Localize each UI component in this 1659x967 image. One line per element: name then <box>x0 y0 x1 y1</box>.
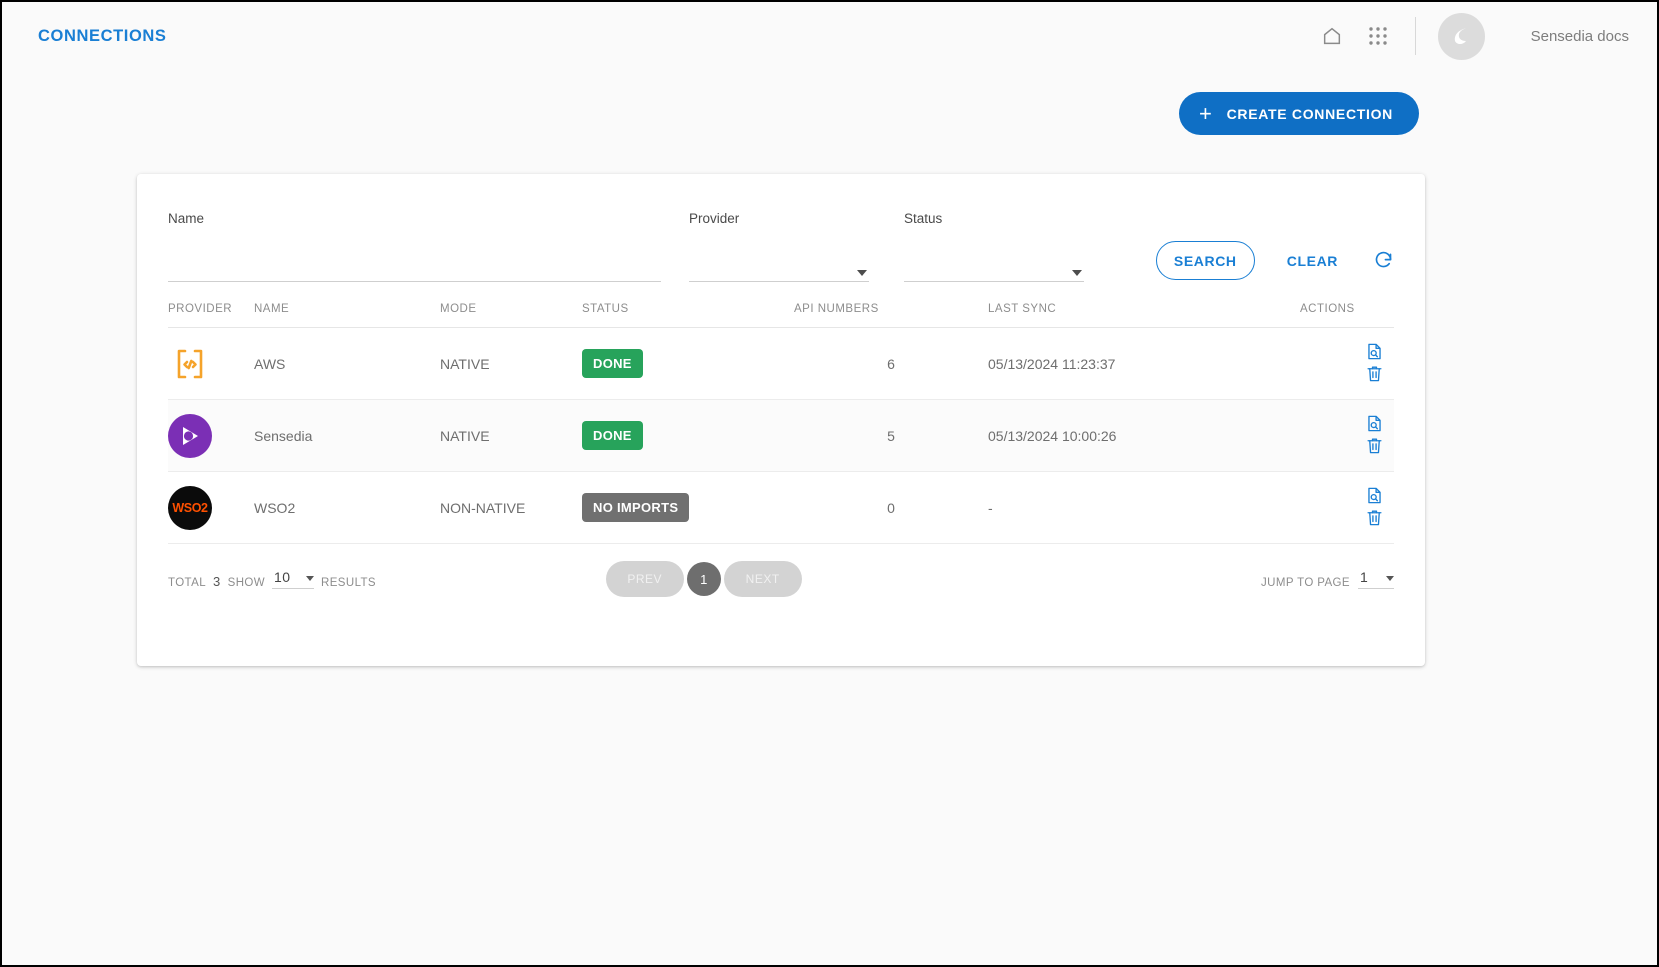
cell-last-sync: - <box>988 471 1300 544</box>
pagination-controls: PREV 1 NEXT <box>605 561 802 597</box>
home-icon[interactable] <box>1309 13 1355 59</box>
cell-actions <box>1300 399 1394 472</box>
pagination-bar: TOTAL 3 SHOW 10 RESULTS PREV 1 NEXT JUMP… <box>168 544 1394 614</box>
status-filter-label: Status <box>904 211 943 226</box>
page-number-button[interactable]: 1 <box>686 562 721 596</box>
header-actions: Sensedia docs <box>1309 12 1657 60</box>
cell-mode: NON-NATIVE <box>440 471 582 544</box>
cell-actions <box>1300 471 1394 544</box>
user-label: Sensedia docs <box>1530 27 1629 45</box>
status-badge: DONE <box>582 421 643 450</box>
table-header-row: PROVIDER NAME MODE STATUS API NUMBERS LA… <box>168 290 1394 328</box>
trash-icon[interactable] <box>1365 508 1384 530</box>
status-filter: Status <box>904 211 1084 282</box>
status-select[interactable] <box>904 258 1084 282</box>
cell-mode: NATIVE <box>440 399 582 472</box>
cell-provider <box>168 327 254 400</box>
table-header: PROVIDER NAME MODE STATUS API NUMBERS LA… <box>168 290 1394 328</box>
cell-name: Sensedia <box>254 399 440 472</box>
filter-actions: SEARCH CLEAR <box>1155 241 1394 282</box>
name-filter-label: Name <box>168 211 205 226</box>
cell-status: DONE <box>582 399 794 472</box>
column-header-mode: MODE <box>440 290 582 328</box>
cell-api-numbers: 0 <box>794 471 988 544</box>
show-label: SHOW <box>227 577 266 589</box>
page-title: CONNECTIONS <box>38 26 167 45</box>
provider-select[interactable] <box>689 258 869 282</box>
chevron-down-icon <box>306 576 315 581</box>
apps-grid-icon[interactable] <box>1355 13 1401 59</box>
next-page-button[interactable]: NEXT <box>723 561 802 597</box>
app-window: CONNECTIONS Sensedia docs + CREATE CONNE… <box>0 0 1659 967</box>
filter-bar: Name Provider Status SEARCH CLEAR <box>168 174 1394 282</box>
provider-filter: Provider <box>689 211 869 282</box>
aws-code-brackets-icon <box>168 342 212 386</box>
cell-last-sync: 05/13/2024 11:23:37 <box>988 327 1300 400</box>
create-connection-button[interactable]: + CREATE CONNECTION <box>1179 92 1419 135</box>
column-header-last-sync: LAST SYNC <box>988 290 1300 328</box>
cell-status: DONE <box>582 327 794 400</box>
cell-actions <box>1300 327 1394 400</box>
search-button[interactable]: SEARCH <box>1155 241 1255 280</box>
status-badge: DONE <box>582 349 643 378</box>
trash-icon[interactable] <box>1365 364 1384 386</box>
cell-provider: WSO2 <box>168 471 254 544</box>
create-connection-row: + CREATE CONNECTION <box>2 92 1657 135</box>
header-divider <box>1414 17 1416 55</box>
connections-card: Name Provider Status SEARCH CLEAR PROVID… <box>137 174 1425 666</box>
sensedia-logo-icon <box>168 413 212 458</box>
jump-to-page: JUMP TO PAGE 1 <box>1261 569 1394 589</box>
jump-to-page-label: JUMP TO PAGE <box>1261 577 1350 589</box>
column-header-provider: PROVIDER <box>168 290 254 328</box>
jump-to-page-select[interactable]: 1 <box>1357 569 1394 589</box>
connections-table: PROVIDER NAME MODE STATUS API NUMBERS LA… <box>168 290 1394 544</box>
provider-filter-label: Provider <box>689 211 740 226</box>
table-row[interactable]: WSO2 WSO2 NON-NATIVE NO IMPORTS 0 - <box>168 471 1394 544</box>
document-search-icon[interactable] <box>1365 342 1384 364</box>
create-connection-label: CREATE CONNECTION <box>1226 105 1393 122</box>
cell-last-sync: 05/13/2024 10:00:26 <box>988 399 1300 472</box>
prev-page-button[interactable]: PREV <box>605 561 684 597</box>
top-header-bar: CONNECTIONS Sensedia docs <box>4 4 1657 68</box>
document-search-icon[interactable] <box>1365 486 1384 508</box>
jump-to-page-value: 1 <box>1359 569 1369 585</box>
clear-button[interactable]: CLEAR <box>1287 253 1338 269</box>
table-row[interactable]: AWS NATIVE DONE 6 05/13/2024 11:23:37 <box>168 327 1394 400</box>
plus-icon: + <box>1199 100 1213 126</box>
cell-api-numbers: 5 <box>794 399 988 472</box>
page-size-select[interactable]: 10 <box>272 569 315 589</box>
column-header-api-numbers: API NUMBERS <box>794 290 988 328</box>
document-search-icon[interactable] <box>1365 414 1384 436</box>
column-header-name: NAME <box>254 290 440 328</box>
table-row[interactable]: Sensedia NATIVE DONE 5 05/13/2024 10:00:… <box>168 399 1394 472</box>
avatar[interactable] <box>1437 12 1485 60</box>
results-label: RESULTS <box>321 577 377 589</box>
column-header-actions: ACTIONS <box>1300 290 1394 328</box>
column-header-status: STATUS <box>582 290 794 328</box>
refresh-icon[interactable] <box>1373 250 1394 271</box>
chevron-down-icon <box>1385 576 1394 581</box>
cell-api-numbers: 6 <box>794 327 988 400</box>
page-size-value: 10 <box>274 569 291 585</box>
trash-icon[interactable] <box>1365 436 1384 458</box>
total-label: TOTAL <box>168 577 206 589</box>
cell-mode: NATIVE <box>440 327 582 400</box>
cell-name: AWS <box>254 327 440 400</box>
status-badge: NO IMPORTS <box>582 493 690 522</box>
name-filter: Name <box>168 211 661 282</box>
cell-status: NO IMPORTS <box>582 471 794 544</box>
wso2-logo-icon: WSO2 <box>168 485 212 530</box>
total-value: 3 <box>213 574 221 589</box>
cell-provider <box>168 399 254 472</box>
cell-name: WSO2 <box>254 471 440 544</box>
table-body: AWS NATIVE DONE 6 05/13/2024 11:23:37 Se… <box>168 327 1394 544</box>
search-input[interactable] <box>168 258 661 282</box>
pagination-summary: TOTAL 3 SHOW 10 RESULTS <box>168 569 376 589</box>
